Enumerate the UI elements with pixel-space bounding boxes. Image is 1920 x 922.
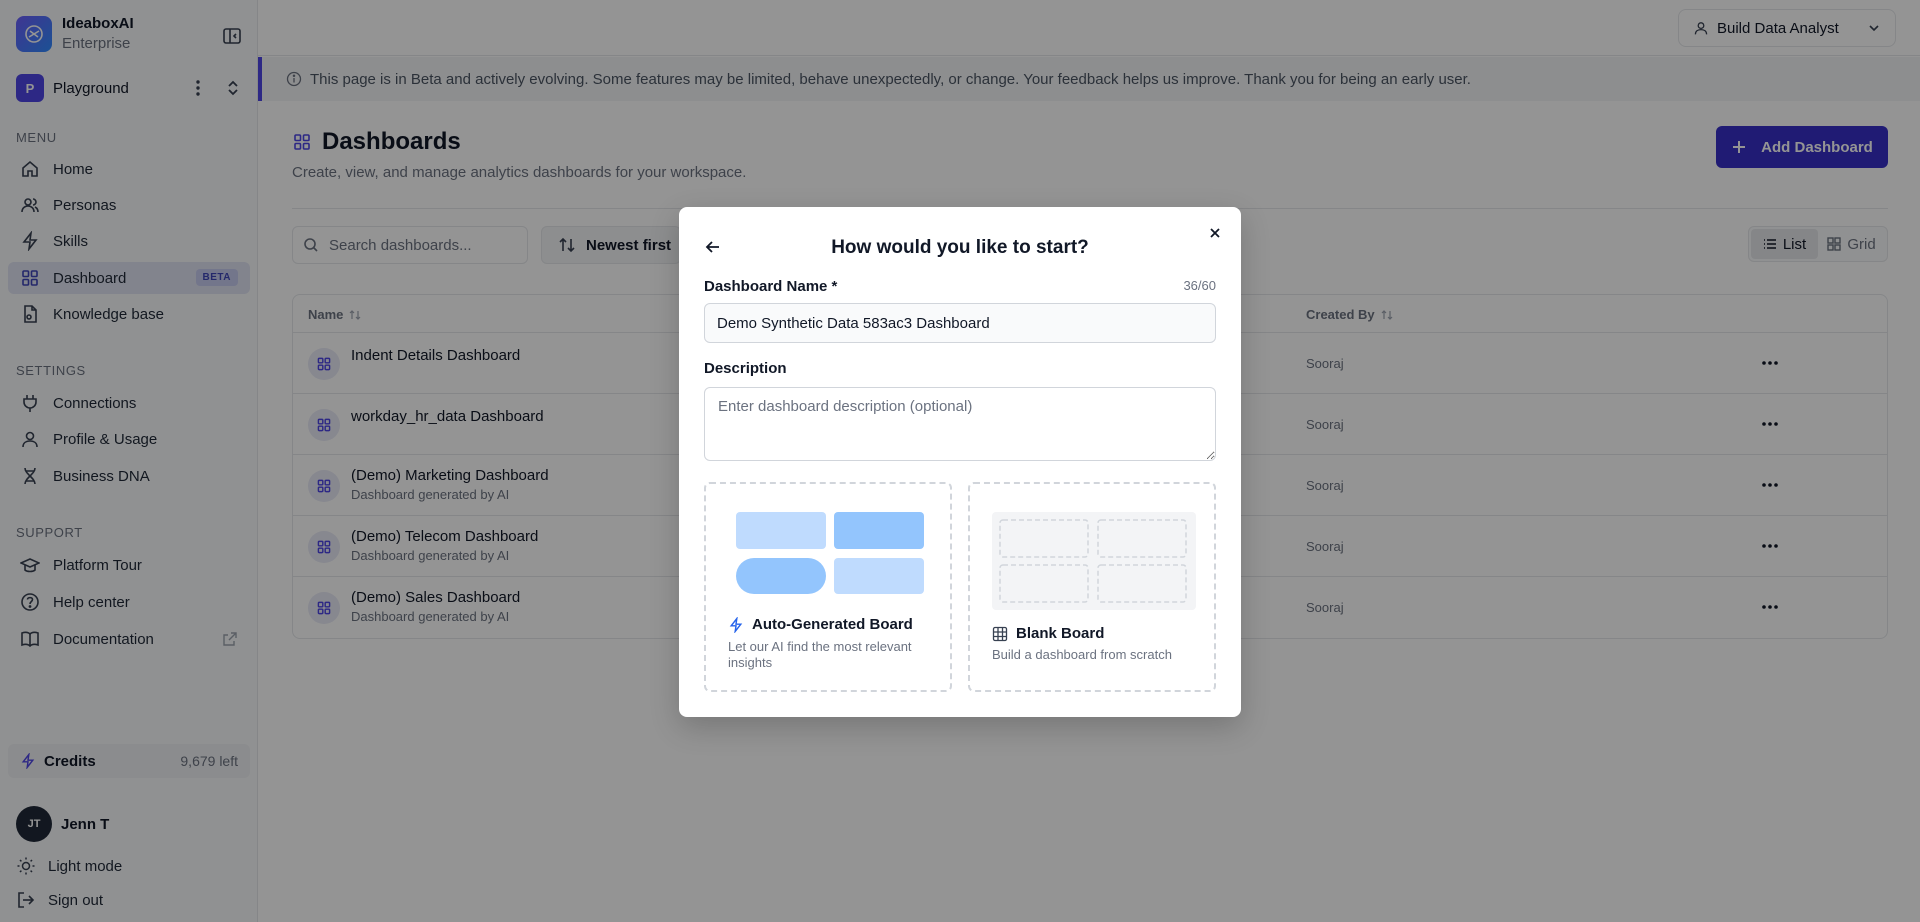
dashboard-name-label: Dashboard Name * bbox=[704, 278, 838, 295]
auto-board-illustration bbox=[736, 512, 924, 594]
dashboard-name-input[interactable] bbox=[704, 303, 1216, 343]
blank-board-description: Build a dashboard from scratch bbox=[992, 647, 1172, 662]
auto-board-title-text: Auto-Generated Board bbox=[752, 616, 913, 633]
blank-board-title: Blank Board bbox=[992, 625, 1104, 642]
auto-board-description: Let our AI find the most relevant insigh… bbox=[728, 639, 912, 670]
table-icon bbox=[992, 626, 1008, 641]
char-count: 36/60 bbox=[1183, 278, 1216, 293]
blank-board-title-text: Blank Board bbox=[1016, 625, 1105, 642]
bolt-icon bbox=[729, 616, 743, 633]
auto-board-title: Auto-Generated Board bbox=[728, 616, 913, 633]
modal-title: How would you like to start? bbox=[831, 237, 1089, 258]
blank-board-option[interactable]: Blank Board Build a dashboard from scrat… bbox=[968, 482, 1216, 692]
auto-generated-board-option[interactable]: Auto-Generated Board Let our AI find the… bbox=[704, 482, 952, 692]
description-textarea[interactable] bbox=[704, 387, 1216, 461]
create-dashboard-modal: How would you like to start? Dashboard N… bbox=[679, 207, 1241, 717]
blank-board-illustration bbox=[992, 512, 1196, 610]
description-label: Description bbox=[704, 360, 787, 377]
